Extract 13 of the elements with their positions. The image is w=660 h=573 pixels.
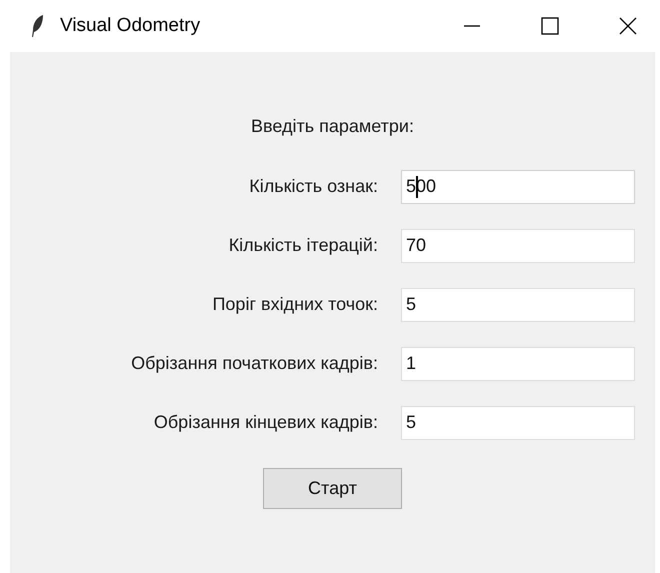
- input-field[interactable]: 5: [401, 406, 635, 440]
- field-label: Кількість ітерацій:: [228, 235, 378, 256]
- field-label: Поріг вхідних точок:: [212, 294, 378, 315]
- window-title: Visual Odometry: [60, 15, 200, 37]
- input-field[interactable]: 1: [401, 346, 635, 380]
- start-button[interactable]: Старт: [263, 468, 402, 509]
- input-field[interactable]: 5: [401, 288, 635, 322]
- field-label: Кількість ознак:: [249, 176, 378, 197]
- field-label: Обрізання початкових кадрів:: [131, 353, 378, 374]
- field-label: Обрізання кінцевих кадрів:: [154, 412, 378, 433]
- input-field[interactable]: 70: [401, 228, 635, 262]
- heading: Введіть параметри:: [251, 116, 414, 137]
- feather-icon: [30, 14, 46, 38]
